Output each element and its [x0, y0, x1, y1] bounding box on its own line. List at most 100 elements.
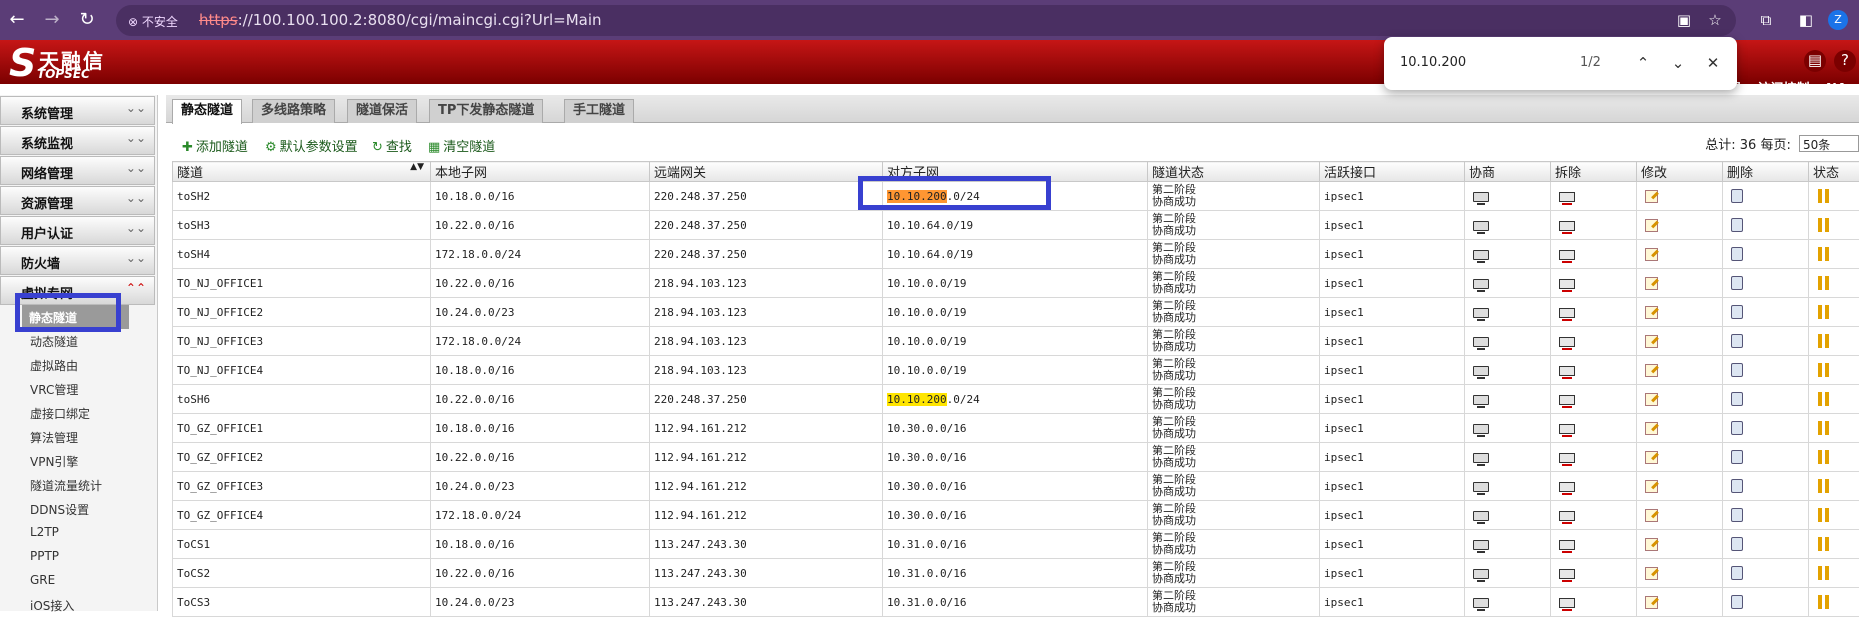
table-row[interactable]: TO_NJ_OFFICE110.22.0.0/16218.94.103.1231… — [173, 269, 1859, 298]
negotiate-icon[interactable] — [1473, 192, 1489, 202]
pause-status-icon[interactable] — [1817, 189, 1831, 203]
negotiate-icon[interactable] — [1473, 221, 1489, 231]
sidepanel-icon[interactable]: ◧ — [1796, 10, 1816, 30]
sidebar-item-l2tp[interactable]: L2TP — [0, 521, 157, 545]
sidebar-item-pptp[interactable]: PPTP — [0, 545, 157, 569]
sidebar-group-system-mgmt[interactable]: 系统管理⌄⌄ — [0, 96, 155, 125]
pause-status-icon[interactable] — [1817, 276, 1831, 290]
pause-status-icon[interactable] — [1817, 508, 1831, 522]
negotiate-icon[interactable] — [1473, 279, 1489, 289]
pause-status-icon[interactable] — [1817, 479, 1831, 493]
teardown-icon[interactable] — [1559, 279, 1575, 289]
pause-status-icon[interactable] — [1817, 450, 1831, 464]
delete-icon[interactable] — [1731, 450, 1743, 464]
teardown-icon[interactable] — [1559, 511, 1575, 521]
negotiate-icon[interactable] — [1473, 540, 1489, 550]
edit-icon[interactable] — [1645, 509, 1658, 522]
table-row[interactable]: TO_NJ_OFFICE410.18.0.0/16218.94.103.1231… — [173, 356, 1859, 385]
negotiate-icon[interactable] — [1473, 569, 1489, 579]
negotiate-icon[interactable] — [1473, 511, 1489, 521]
delete-icon[interactable] — [1731, 305, 1743, 319]
delete-icon[interactable] — [1731, 508, 1743, 522]
edit-icon[interactable] — [1645, 422, 1658, 435]
table-row[interactable]: toSH610.22.0.0/16220.248.37.25010.10.200… — [173, 385, 1859, 414]
sidebar-item-gre[interactable]: GRE — [0, 569, 157, 593]
delete-icon[interactable] — [1731, 421, 1743, 435]
table-row[interactable]: TO_GZ_OFFICE4172.18.0.0/24112.94.161.212… — [173, 501, 1859, 530]
pause-status-icon[interactable] — [1817, 392, 1831, 406]
negotiate-icon[interactable] — [1473, 395, 1489, 405]
table-row[interactable]: ToCS110.18.0.0/16113.247.243.3010.31.0.0… — [173, 530, 1859, 559]
edit-icon[interactable] — [1645, 306, 1658, 319]
table-row[interactable]: TO_NJ_OFFICE3172.18.0.0/24218.94.103.123… — [173, 327, 1859, 356]
table-row[interactable]: toSH310.22.0.0/16220.248.37.25010.10.64.… — [173, 211, 1859, 240]
sidebar-item-virtual-route[interactable]: 虚拟路由 — [0, 353, 157, 377]
delete-icon[interactable] — [1731, 218, 1743, 232]
tab-tp-static-tunnel[interactable]: TP下发静态隧道 — [429, 99, 543, 123]
bookmark-star-icon[interactable]: ☆ — [1705, 10, 1725, 30]
sidebar-item-traffic-stats[interactable]: 隧道流量统计 — [0, 473, 157, 497]
edit-icon[interactable] — [1645, 248, 1658, 261]
save-config-icon[interactable]: ▤ — [1804, 50, 1826, 72]
address-bar[interactable]: ⊗ 不安全 https://100.100.100.2:8080/cgi/mai… — [116, 5, 1736, 36]
negotiate-icon[interactable] — [1473, 482, 1489, 492]
security-indicator[interactable]: ⊗ 不安全 — [128, 13, 178, 30]
edit-icon[interactable] — [1645, 451, 1658, 464]
teardown-icon[interactable] — [1559, 482, 1575, 492]
delete-icon[interactable] — [1731, 363, 1743, 377]
edit-icon[interactable] — [1645, 219, 1658, 232]
pause-status-icon[interactable] — [1817, 595, 1831, 609]
search-button[interactable]: ↻查找 — [372, 136, 412, 155]
pause-status-icon[interactable] — [1817, 305, 1831, 319]
delete-icon[interactable] — [1731, 537, 1743, 551]
page-translate-icon[interactable]: ▣ — [1674, 10, 1694, 30]
sidebar-item-ddns[interactable]: DDNS设置 — [0, 497, 157, 521]
edit-icon[interactable] — [1645, 538, 1658, 551]
pause-status-icon[interactable] — [1817, 218, 1831, 232]
url-text[interactable]: https://100.100.100.2:8080/cgi/maincgi.c… — [199, 11, 602, 29]
negotiate-icon[interactable] — [1473, 453, 1489, 463]
teardown-icon[interactable] — [1559, 424, 1575, 434]
pause-status-icon[interactable] — [1817, 247, 1831, 261]
teardown-icon[interactable] — [1559, 598, 1575, 608]
find-next-icon[interactable]: ⌄ — [1666, 51, 1690, 75]
add-tunnel-button[interactable]: ✚添加隧道 — [182, 136, 248, 155]
help-icon[interactable]: ? — [1834, 50, 1856, 72]
delete-icon[interactable] — [1731, 189, 1743, 203]
delete-icon[interactable] — [1731, 247, 1743, 261]
table-row[interactable]: TO_GZ_OFFICE310.24.0.0/23112.94.161.2121… — [173, 472, 1859, 501]
negotiate-icon[interactable] — [1473, 366, 1489, 376]
reload-icon[interactable]: ↻ — [76, 9, 98, 31]
sidebar-item-vpn-engine[interactable]: VPN引擎 — [0, 449, 157, 473]
forward-icon[interactable]: → — [41, 9, 63, 31]
pause-status-icon[interactable] — [1817, 334, 1831, 348]
sidebar-group-system-monitor[interactable]: 系统监视⌄⌄ — [0, 126, 155, 155]
find-input[interactable]: 10.10.200 — [1400, 55, 1466, 70]
tab-keepalive[interactable]: 隧道保活 — [347, 99, 417, 123]
tab-multiline-policy[interactable]: 多线路策略 — [252, 99, 335, 123]
teardown-icon[interactable] — [1559, 221, 1575, 231]
table-row[interactable]: ToCS210.22.0.0/16113.247.243.3010.31.0.0… — [173, 559, 1859, 588]
edit-icon[interactable] — [1645, 393, 1658, 406]
teardown-icon[interactable] — [1559, 366, 1575, 376]
pause-status-icon[interactable] — [1817, 566, 1831, 580]
col-tunnel[interactable]: 隧道▲▼ — [173, 162, 431, 182]
sidebar-group-resource[interactable]: 资源管理⌄⌄ — [0, 186, 155, 215]
teardown-icon[interactable] — [1559, 250, 1575, 260]
default-params-button[interactable]: ⚙默认参数设置 — [265, 136, 358, 155]
delete-icon[interactable] — [1731, 566, 1743, 580]
clear-tunnels-button[interactable]: ▦清空隧道 — [428, 136, 495, 155]
delete-icon[interactable] — [1731, 595, 1743, 609]
edit-icon[interactable] — [1645, 277, 1658, 290]
sidebar-item-ios[interactable]: iOS接入 — [0, 593, 157, 617]
back-icon[interactable]: ← — [6, 9, 28, 31]
edit-icon[interactable] — [1645, 596, 1658, 609]
teardown-icon[interactable] — [1559, 540, 1575, 550]
negotiate-icon[interactable] — [1473, 337, 1489, 347]
negotiate-icon[interactable] — [1473, 250, 1489, 260]
edit-icon[interactable] — [1645, 567, 1658, 580]
negotiate-icon[interactable] — [1473, 424, 1489, 434]
delete-icon[interactable] — [1731, 479, 1743, 493]
pause-status-icon[interactable] — [1817, 363, 1831, 377]
pause-status-icon[interactable] — [1817, 537, 1831, 551]
